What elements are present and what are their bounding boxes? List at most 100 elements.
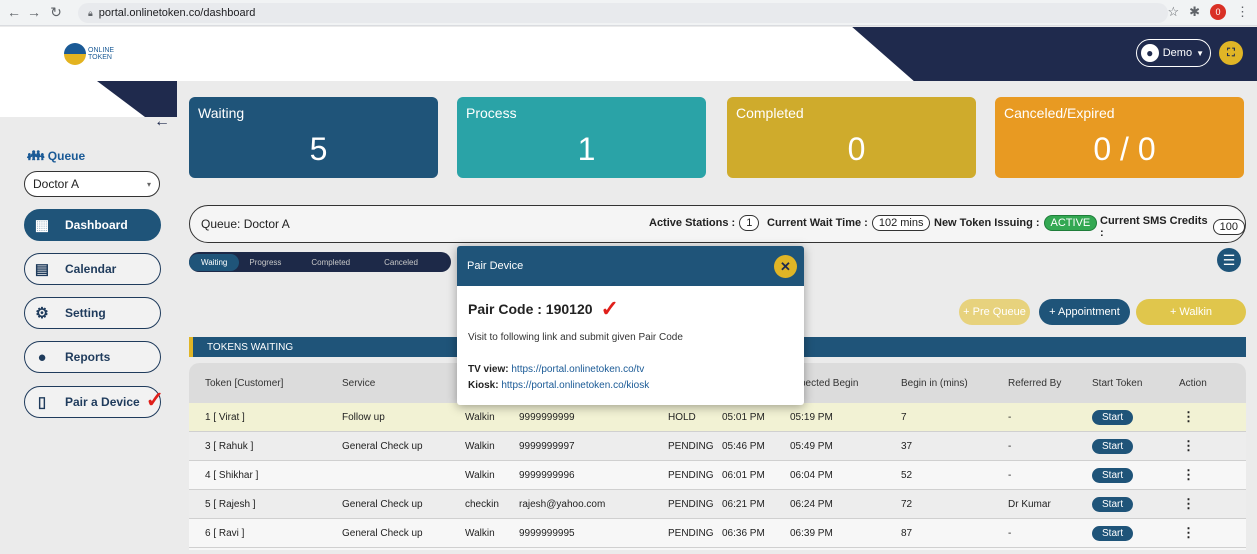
card-waiting[interactable]: Waiting 5 [189,97,438,178]
status-tabs: Waiting Progress Completed Canceled [189,252,451,272]
queue-name: Queue: Doctor A [201,217,290,231]
card-value: 0 / 0 [1093,131,1156,167]
reload-icon[interactable]: ↻ [46,4,66,21]
address-bar[interactable]: 🔒︎ portal.onlinetoken.co/dashboard [78,3,1168,23]
chevron-down-icon: ▾ [146,179,151,189]
appointment-button[interactable]: + Appointment [1039,299,1130,325]
row-actions-icon[interactable]: ⋮ [1182,432,1195,460]
sidebar-item-pair-device[interactable]: ▯ Pair a Device ✓ [24,386,164,418]
fullscreen-icon[interactable]: ⛶ [1219,41,1243,65]
url-text: portal.onlinetoken.co/dashboard [98,7,256,19]
star-icon[interactable]: ☆ [1167,4,1179,20]
col-service: Service [342,377,376,389]
col-token: Token [Customer] [205,377,284,389]
token-issuing-status[interactable]: ACTIVE [1043,215,1098,231]
logo-mark [64,43,86,65]
queue-info-bar: Queue: Doctor A Active Stations : 1 Curr… [189,205,1246,243]
collapse-sidebar-icon[interactable]: ← [154,113,170,131]
cell-expected: 06:39 PM [790,527,833,539]
back-arrow-icon[interactable]: ← [4,4,24,20]
user-menu-button[interactable]: ● Demo ▼ [1135,39,1211,67]
kebab-menu-icon[interactable]: ⋮ [1236,4,1249,20]
cell-referred: Dr Kumar [1008,498,1051,510]
start-button[interactable]: Start [1092,467,1134,483]
pair-code: Pair Code : 190120 ✓ [468,298,619,320]
cell-referred: - [1008,411,1012,423]
row-actions-icon[interactable]: ⋮ [1182,519,1195,547]
wait-time-label: Current Wait Time : [767,217,868,229]
queue-selected-value: Doctor A [33,177,80,191]
new-token-issuing: New Token Issuing : ACTIVE [934,215,1098,231]
queue-heading: 👪︎ Queue [27,147,85,164]
start-button[interactable]: Start [1092,438,1134,454]
logo-text-1: ONLINE [88,47,115,54]
cell-referred: - [1008,440,1012,452]
cell-begin-in: 37 [901,440,913,452]
walkin-button[interactable]: + Walkin [1136,299,1246,325]
tv-view-link[interactable]: https://portal.onlinetoken.co/tv [511,364,644,375]
card-title: Completed [736,105,804,121]
cell-expected: 06:24 PM [790,498,833,510]
queue-select[interactable]: Doctor A ▾ [24,171,160,197]
tab-completed[interactable]: Completed [281,258,350,267]
cell-type: Walkin [465,440,495,452]
start-button[interactable]: Start [1092,525,1134,541]
cell-status: HOLD [668,411,696,423]
cell-service: General Check up [342,527,423,539]
sidebar-item-label: Dashboard [65,218,128,232]
sidebar-item-reports[interactable]: ● Reports [24,341,161,373]
calendar-icon: ▤ [34,261,50,278]
close-icon[interactable]: ✕ [774,255,797,278]
row-actions-icon[interactable]: ⋮ [1182,490,1195,518]
cell-expected: 05:19 PM [790,411,833,423]
sms-credits-label: Current SMS Credits : [1100,215,1208,239]
start-button[interactable]: Start [1092,409,1134,425]
cell-time: 06:01 PM [722,469,765,481]
tv-view-line: TV view: https://portal.onlinetoken.co/t… [468,364,644,375]
cell-contact: 9999999997 [519,440,575,452]
card-completed[interactable]: Completed 0 [727,97,976,178]
start-button[interactable]: Start [1092,496,1134,512]
tablet-icon: ▯ [37,394,47,411]
row-actions-icon[interactable]: ⋮ [1182,403,1195,431]
cell-time: 06:36 PM [722,527,765,539]
table-row[interactable]: 6 [ Ravi ] General Check up Walkin 99999… [189,519,1246,548]
sidebar-item-calendar[interactable]: ▤ Calendar [24,253,161,285]
cell-status: PENDING [668,527,714,539]
cell-service: General Check up [342,498,423,510]
queue-label-text: Queue [47,148,86,163]
table-row[interactable]: 3 [ Rahuk ] General Check up Walkin 9999… [189,432,1246,461]
pair-device-modal: Pair Device ✕ Pair Code : 190120 ✓ Visit… [457,246,804,405]
tab-canceled[interactable]: Canceled [350,258,418,267]
tab-waiting[interactable]: Waiting [189,253,240,271]
col-action: Action [1179,377,1207,389]
card-process[interactable]: Process 1 [457,97,706,178]
puzzle-icon[interactable]: ✱ [1189,4,1200,20]
row-actions-icon[interactable]: ⋮ [1182,461,1195,489]
table-row[interactable]: 5 [ Rajesh ] General Check up checkin ra… [189,490,1246,519]
card-canceled-expired[interactable]: Canceled/Expired 0 / 0 [995,97,1244,178]
sidebar-item-setting[interactable]: ⚙ Setting [24,297,161,329]
kiosk-link[interactable]: https://portal.onlinetoken.co/kiosk [501,380,649,391]
card-value: 1 [577,131,596,167]
logo[interactable]: ONLINE TOKEN [64,43,114,65]
table-row[interactable]: 1 [ Virat ] Follow up Walkin 9999999999 … [189,403,1246,432]
tab-progress[interactable]: Progress [239,258,281,267]
pre-queue-button[interactable]: + Pre Queue [959,299,1030,325]
user-icon: ● [37,348,47,366]
cell-type: Walkin [465,411,495,423]
sidebar-corner [0,81,177,117]
hamburger-menu-icon[interactable]: ☰ [1217,248,1241,272]
kiosk-line: Kiosk: https://portal.onlinetoken.co/kio… [468,380,649,391]
browser-toolbar: ← → ↻ 🔒︎ portal.onlinetoken.co/dashboard… [0,0,1257,26]
cell-contact: 9999999999 [519,411,575,423]
cell-expected: 05:49 PM [790,440,833,452]
sidebar-item-dashboard[interactable]: ▦ Dashboard [24,209,161,241]
cell-status: PENDING [668,498,714,510]
table-row[interactable]: 4 [ Shikhar ] Walkin 9999999996 PENDING … [189,461,1246,490]
forward-arrow-icon[interactable]: → [24,4,44,20]
gear-icon: ⚙ [35,305,49,322]
extension-badge[interactable]: 0 [1210,4,1226,20]
pair-code-text: Pair Code : 190120 [468,301,593,317]
col-begin-in: Begin in (mins) [901,377,968,389]
